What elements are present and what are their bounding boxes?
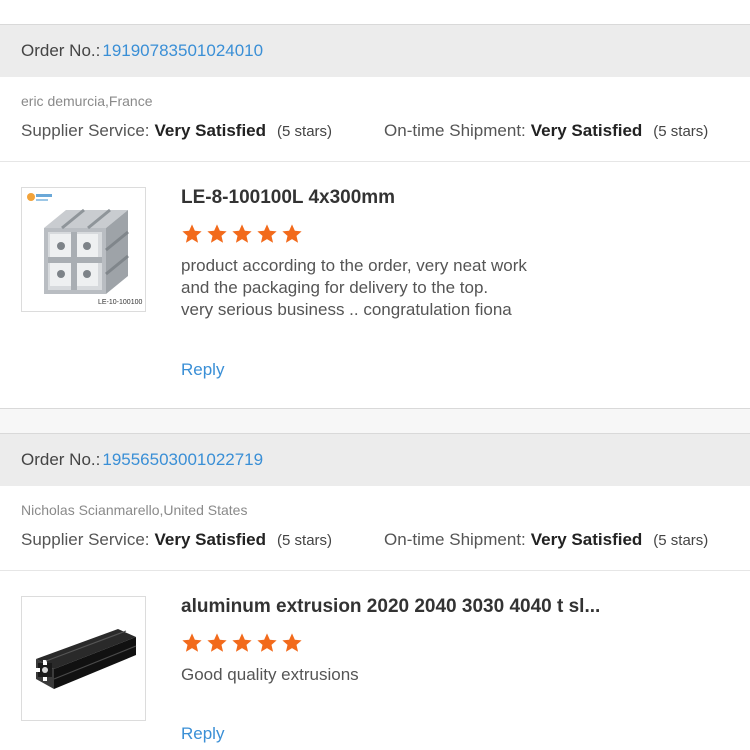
ontime-shipment-stars: (5 stars) <box>653 123 709 140</box>
order-number-label: Order No.: <box>21 41 101 60</box>
ontime-shipment-label: On-time Shipment: <box>384 530 526 549</box>
ontime-shipment-value: Very Satisfied <box>530 121 643 140</box>
black-extrusion-image <box>22 597 145 720</box>
star-icon <box>206 223 228 245</box>
star-rating <box>181 632 750 654</box>
review-content: aluminum extrusion 2020 2040 3030 4040 t… <box>181 596 750 744</box>
section-separator <box>0 408 750 434</box>
top-spacer <box>0 0 750 25</box>
buyer-name: Nicholas Scianmarello,United States <box>21 502 248 518</box>
review-text: Good quality extrusions <box>181 664 750 686</box>
ratings-row: Supplier Service: Very Satisfied (5 star… <box>21 530 729 550</box>
ontime-shipment-label: On-time Shipment: <box>384 121 526 140</box>
review-content: LE-8-100100L 4x300mm product according t… <box>181 187 750 380</box>
reply-link[interactable]: Reply <box>181 724 224 744</box>
review-body: LE-10-100100 LE-8-100100L 4x300mm produc… <box>0 162 750 408</box>
review-card-2: Order No.: 19556503001022719 Nicholas Sc… <box>0 434 750 750</box>
star-icon <box>181 632 203 654</box>
star-icon <box>281 223 303 245</box>
supplier-service-stars: (5 stars) <box>277 123 333 140</box>
order-number-link[interactable]: 19556503001022719 <box>102 450 263 470</box>
supplier-service-rating: Supplier Service: Very Satisfied (5 star… <box>21 121 332 141</box>
review-text-line: product according to the order, very nea… <box>181 256 527 275</box>
review-text-line: very serious business .. congratulation … <box>181 300 512 319</box>
order-number-link[interactable]: 19190783501024010 <box>102 41 263 61</box>
star-icon <box>256 632 278 654</box>
reply-link[interactable]: Reply <box>181 360 224 380</box>
star-icon <box>281 632 303 654</box>
star-icon <box>231 223 253 245</box>
star-icon <box>206 632 228 654</box>
aluminum-profile-image <box>22 188 145 311</box>
ontime-shipment-value: Very Satisfied <box>530 530 643 549</box>
order-header: Order No.: 19556503001022719 <box>0 434 750 486</box>
product-title[interactable]: aluminum extrusion 2020 2040 3030 4040 t… <box>181 596 750 618</box>
ratings-row: Supplier Service: Very Satisfied (5 star… <box>21 121 729 141</box>
ontime-shipment-rating: On-time Shipment: Very Satisfied (5 star… <box>384 530 708 550</box>
order-number-label: Order No.: <box>21 450 101 469</box>
star-rating <box>181 223 750 245</box>
thumbnail-caption: LE-10-100100 <box>98 299 143 306</box>
supplier-service-label: Supplier Service: <box>21 530 150 549</box>
supplier-service-value: Very Satisfied <box>154 530 267 549</box>
supplier-service-stars: (5 stars) <box>277 532 333 549</box>
supplier-service-label: Supplier Service: <box>21 121 150 140</box>
buyer-name: eric demurcia,France <box>21 93 153 109</box>
product-thumbnail[interactable]: LE-10-100100 <box>21 187 146 312</box>
review-text: product according to the order, very nea… <box>181 255 750 321</box>
star-icon <box>231 632 253 654</box>
review-body: aluminum extrusion 2020 2040 3030 4040 t… <box>0 571 750 750</box>
product-title[interactable]: LE-8-100100L 4x300mm <box>181 187 750 209</box>
supplier-service-value: Very Satisfied <box>154 121 267 140</box>
ontime-shipment-stars: (5 stars) <box>653 532 709 549</box>
order-header: Order No.: 19190783501024010 <box>0 25 750 77</box>
buyer-block: Nicholas Scianmarello,United States Supp… <box>0 486 750 571</box>
product-thumbnail[interactable] <box>21 596 146 721</box>
review-text-line: and the packaging for delivery to the to… <box>181 278 489 297</box>
review-text-line: Good quality extrusions <box>181 665 359 684</box>
review-card-1: Order No.: 19190783501024010 eric demurc… <box>0 25 750 408</box>
supplier-service-rating: Supplier Service: Very Satisfied (5 star… <box>21 530 332 550</box>
star-icon <box>181 223 203 245</box>
buyer-block: eric demurcia,France Supplier Service: V… <box>0 77 750 162</box>
ontime-shipment-rating: On-time Shipment: Very Satisfied (5 star… <box>384 121 708 141</box>
star-icon <box>256 223 278 245</box>
